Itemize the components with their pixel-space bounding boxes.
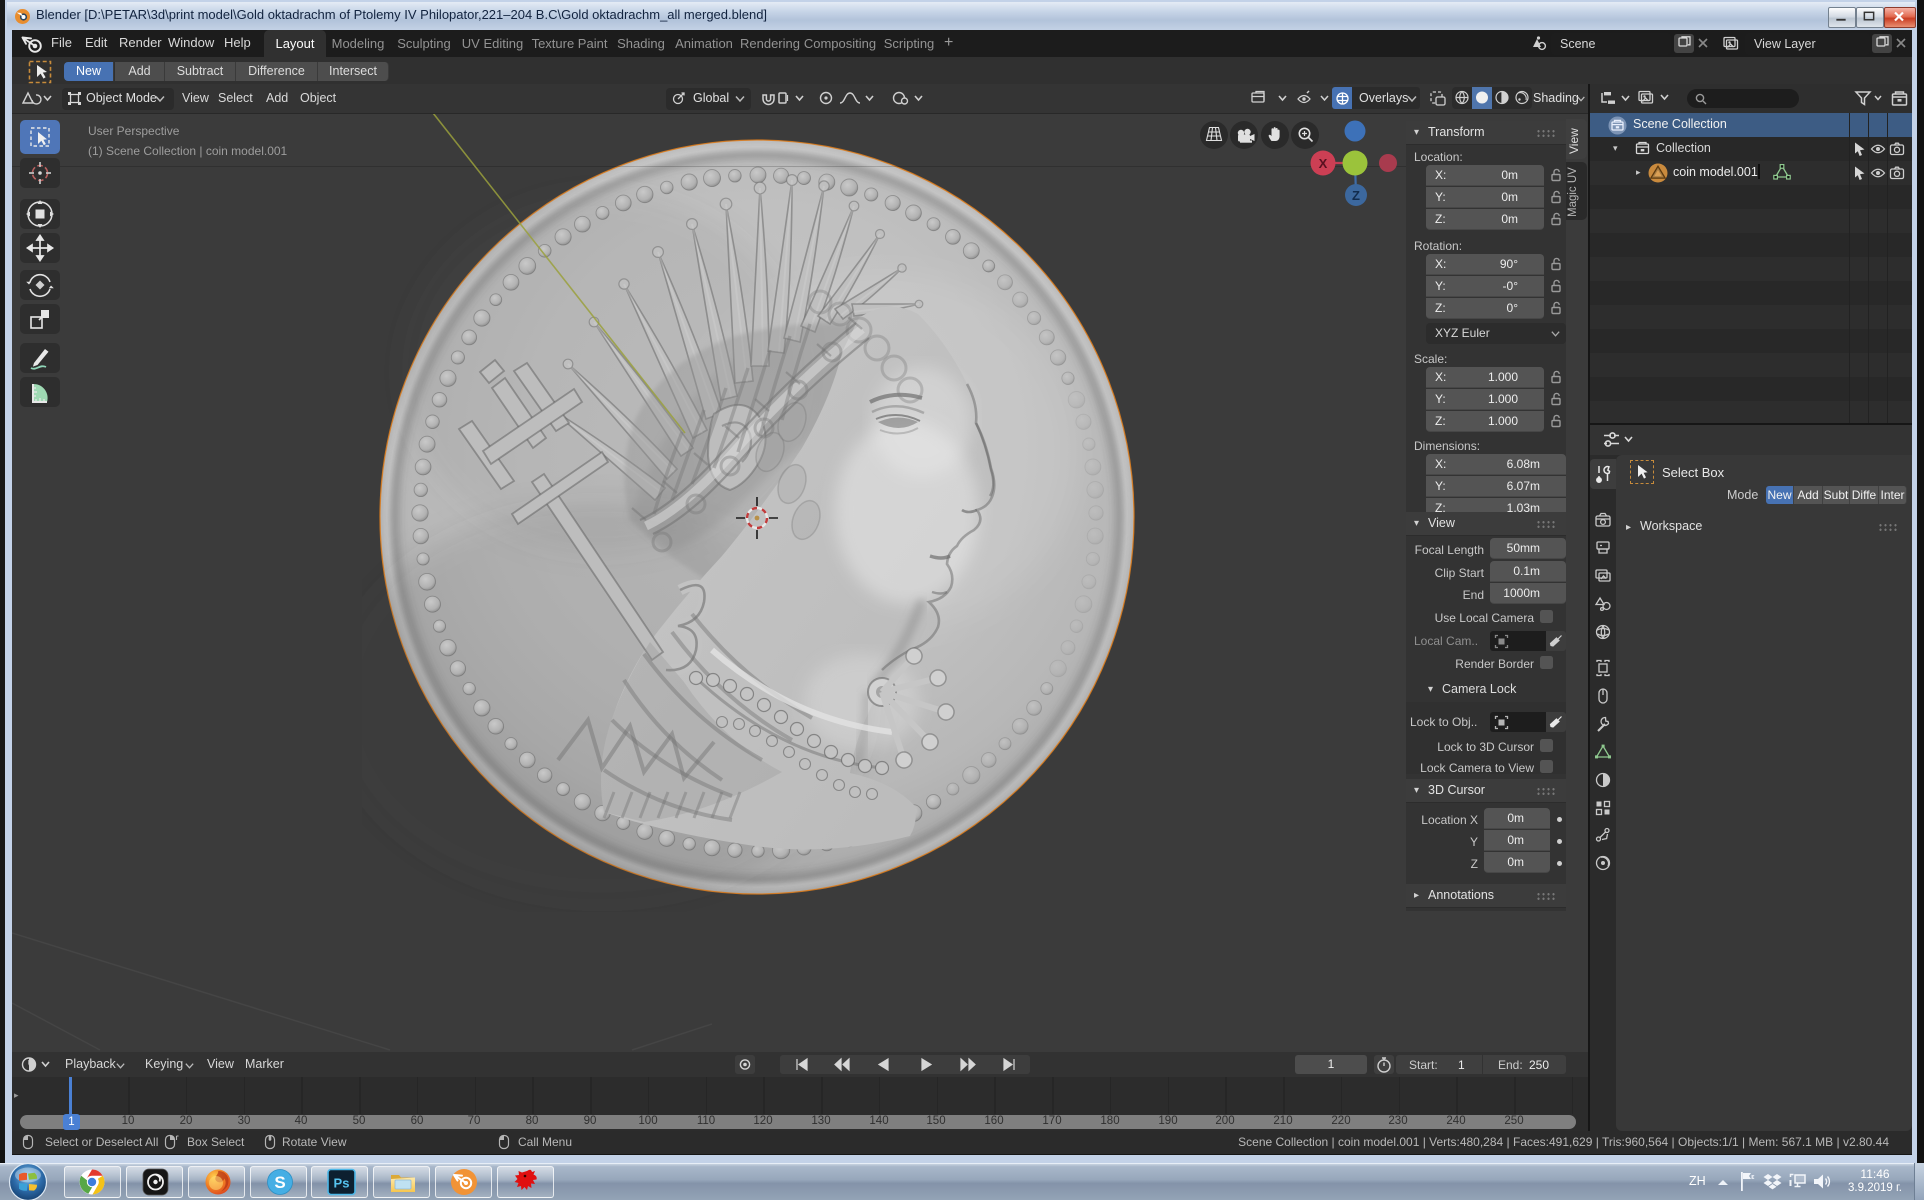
svg-text:X: X [1319, 156, 1328, 171]
svg-text:Z: Z [1352, 188, 1360, 203]
svg-text:Ps: Ps [334, 1176, 350, 1191]
svg-text:S: S [274, 1173, 285, 1192]
